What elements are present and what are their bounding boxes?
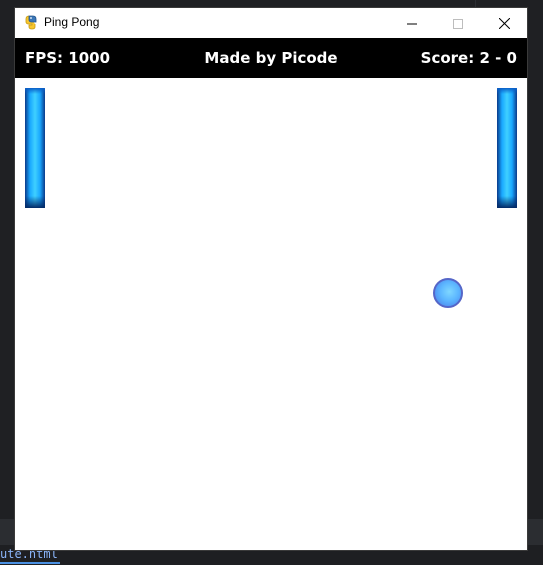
play-field[interactable] [15, 78, 527, 550]
maximize-button[interactable] [435, 8, 481, 38]
hud-bar: Made by Picode FPS: 1000 Score: 2 - 0 [15, 38, 527, 78]
game-window: Ping Pong Made by Picode FPS: 1000 Score… [15, 8, 527, 550]
window-title: Ping Pong [44, 15, 100, 29]
ball [433, 278, 463, 308]
right-paddle [497, 88, 517, 208]
close-button[interactable] [481, 8, 527, 38]
title-bar[interactable]: Ping Pong [15, 8, 527, 38]
left-paddle [25, 88, 45, 208]
maximize-icon [453, 14, 463, 33]
minimize-button[interactable] [389, 8, 435, 38]
fps-counter: FPS: 1000 [25, 49, 111, 67]
pygame-snake-icon [24, 14, 40, 30]
close-icon [498, 14, 510, 33]
score-display: Score: 2 - 0 [420, 49, 517, 67]
minimize-icon [407, 14, 417, 33]
